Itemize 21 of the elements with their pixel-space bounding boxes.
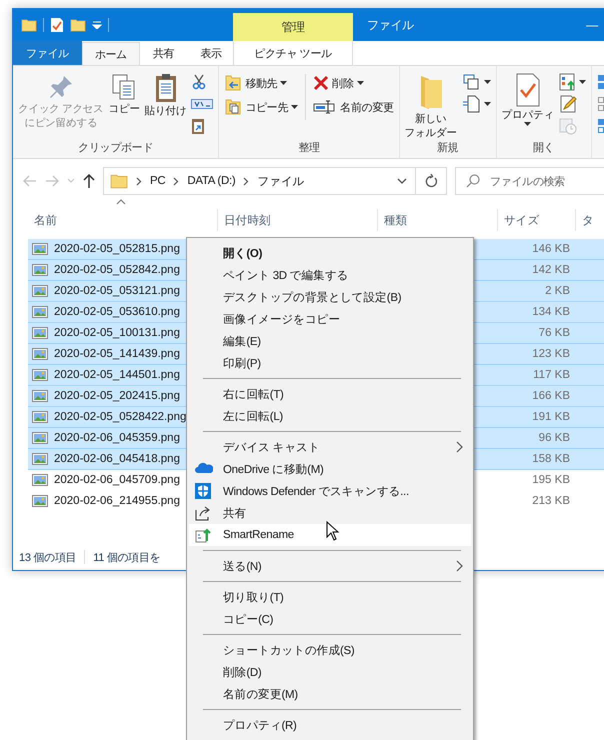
status-text: 11 個の項目を <box>93 550 160 564</box>
file-size: 134 KB <box>531 306 571 318</box>
file-size: 195 KB <box>531 474 571 486</box>
group-label: 開く <box>532 141 556 156</box>
status-text: 13 個の項目 <box>19 550 76 564</box>
file-size: 117 KB <box>532 369 571 381</box>
group-label: クリップボード <box>77 140 154 156</box>
file-size: 146 KB <box>531 243 571 255</box>
file-size: 158 KB <box>531 453 571 465</box>
context-tab-header: 管理 <box>233 13 353 41</box>
file-size: 213 KB <box>531 495 571 507</box>
group-label: 整理 <box>297 141 321 156</box>
file-size: 76 KB <box>538 327 571 339</box>
file-size: 2 KB <box>544 285 571 297</box>
file-size: 123 KB <box>531 348 571 360</box>
file-size: 166 KB <box>531 390 571 402</box>
file-size: 96 KB <box>538 432 571 444</box>
group-label: 新規 <box>436 140 460 156</box>
file-size: 142 KB <box>531 264 571 276</box>
window-title: ファイル <box>366 16 415 34</box>
file-size: 191 KB <box>531 411 571 423</box>
